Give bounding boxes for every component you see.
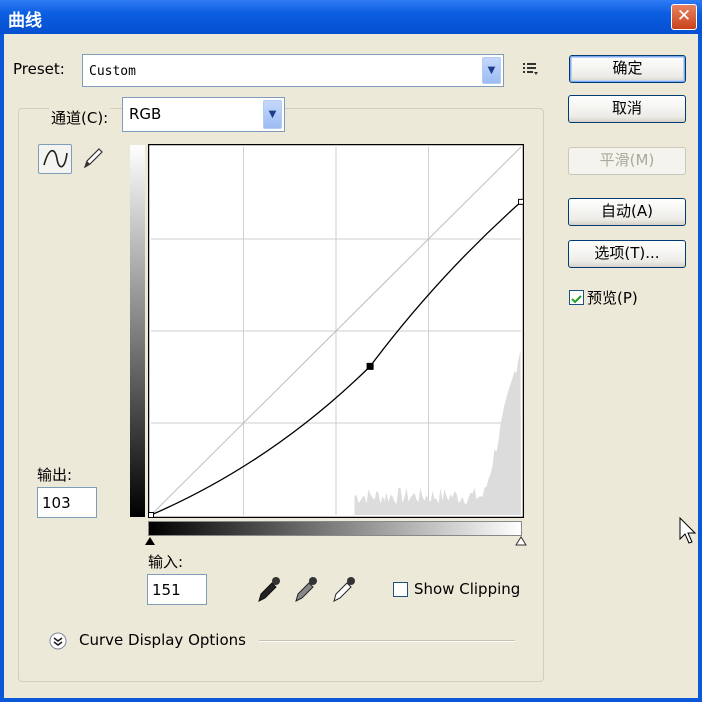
gray-eyedropper-icon[interactable] [293,574,319,604]
input-gradient-bar [148,521,522,536]
black-point-slider[interactable] [144,536,156,546]
white-point-slider[interactable] [515,536,527,546]
channel-value: RGB [129,105,162,123]
cancel-button[interactable]: 取消 [568,95,686,123]
curve-tool-button[interactable] [38,144,72,174]
curve-point-end [518,198,524,205]
auto-button[interactable]: 自动(A) [568,198,686,226]
white-eyedropper-icon[interactable] [331,574,357,604]
options-button[interactable]: 选项(T)... [568,240,686,268]
show-clipping-checkbox[interactable] [393,582,408,597]
curve-display-options-label[interactable]: Curve Display Options [79,631,246,649]
mouse-cursor-icon [679,517,697,544]
options-divider [259,640,515,642]
chevron-down-icon[interactable]: ▼ [263,100,282,129]
dialog-body: Preset: Custom ▼ 确定 取消 平滑(M) 自动(A) 选项(T)… [4,34,698,698]
input-field[interactable] [147,574,207,605]
preview-label: 预览(P) [587,289,638,307]
curves-graph[interactable] [148,144,524,518]
smooth-button: 平滑(M) [568,147,686,175]
pencil-icon[interactable] [80,146,104,172]
output-field[interactable] [37,487,97,518]
checkmark-icon [571,295,582,304]
preset-value: Custom [89,64,136,79]
curve-point-start [148,512,154,518]
input-label: 输入: [148,553,184,571]
output-gradient-bar [130,145,145,517]
ok-button[interactable]: 确定 [569,55,686,83]
close-button[interactable]: ✕ [671,4,697,30]
chevron-down-icon[interactable]: ▼ [482,57,501,84]
channel-dropdown[interactable]: RGB ▼ [122,97,285,132]
window-title: 曲线 [8,11,42,31]
curve-tool-icon [43,149,68,168]
preset-menu-icon[interactable] [522,61,540,77]
expand-icon[interactable] [48,631,68,651]
curve-point-selected [366,362,374,370]
channel-label: 通道(C): [49,107,111,128]
curves-dialog: 曲线 ✕ Preset: Custom ▼ 确定 取消 平滑(M) 自动(A) … [0,0,702,702]
preview-checkbox[interactable] [569,290,584,305]
show-clipping-label: Show Clipping [414,580,521,598]
title-bar[interactable]: 曲线 ✕ [0,0,702,34]
output-label: 输出: [37,466,73,484]
preset-dropdown[interactable]: Custom ▼ [82,54,504,87]
black-eyedropper-icon[interactable] [256,574,282,604]
preset-label: Preset: [13,60,65,78]
